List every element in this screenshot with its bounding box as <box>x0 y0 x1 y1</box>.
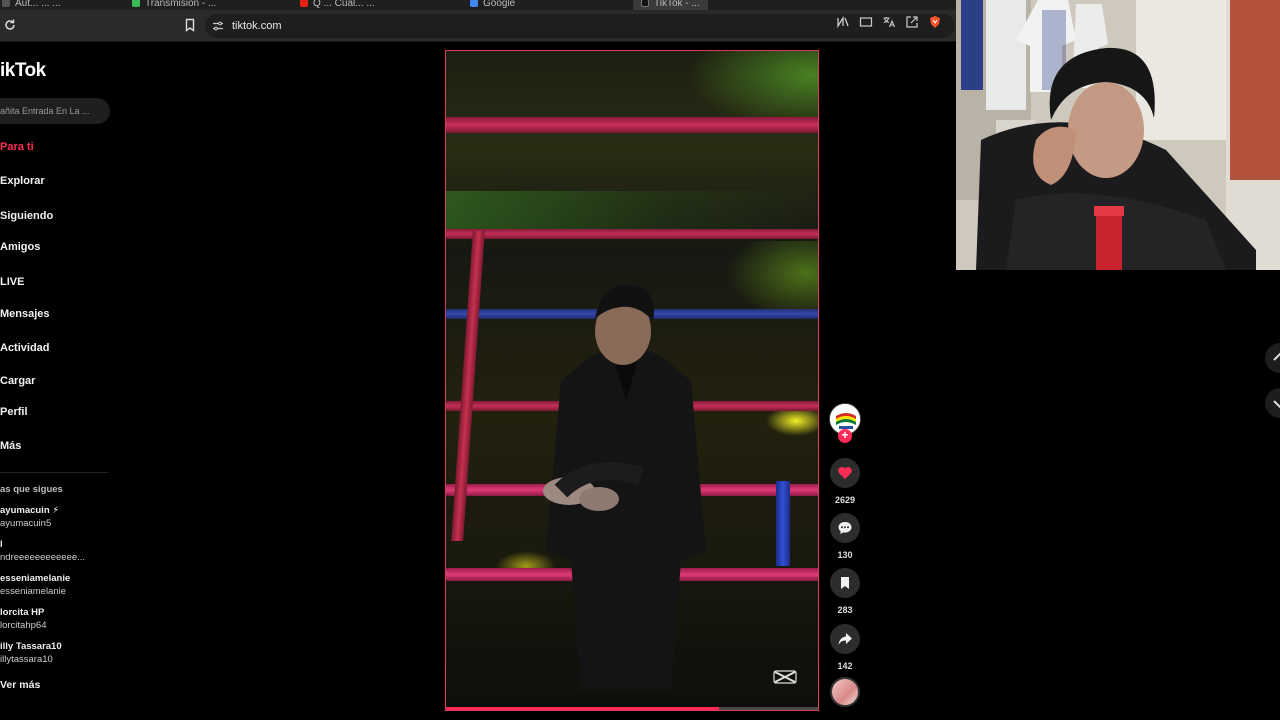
account-name: illy Tassara10 <box>0 641 62 652</box>
account-handle: ndreeeeeeeeeeee... <box>0 552 86 563</box>
browser-tab[interactable]: Transmisión - ... <box>132 0 216 10</box>
site-settings-icon[interactable] <box>212 20 224 32</box>
account-name: lorcita HP <box>0 607 45 618</box>
nav-friends[interactable]: Amigos <box>0 241 40 253</box>
share-count: 142 <box>837 661 853 671</box>
music-disc-avatar[interactable] <box>830 677 860 707</box>
followed-account[interactable]: lorcita HP lorcitahp64 <box>0 606 46 632</box>
account-handle: esseniamelanie <box>0 586 67 597</box>
brave-shield-icon[interactable] <box>928 15 942 29</box>
account-name: l <box>0 539 3 550</box>
nav-more[interactable]: Más <box>0 440 21 452</box>
like-button[interactable] <box>830 458 860 488</box>
tab-label: TikTok - ... <box>654 0 700 9</box>
comment-button[interactable] <box>830 513 860 543</box>
share-page-icon[interactable] <box>905 15 919 29</box>
browser-tab-strip: Aut... ... ... Transmisión - ... Q ... C… <box>0 0 956 10</box>
tab-favicon-icon <box>2 0 10 7</box>
browser-tab[interactable]: Aut... ... ... <box>2 0 61 10</box>
tab-label: Aut... ... ... <box>15 0 61 9</box>
followed-account[interactable]: esseniamelanie esseniamelanie <box>0 572 70 598</box>
video-player[interactable] <box>445 50 819 711</box>
cast-icon[interactable] <box>859 15 873 29</box>
nav-upload[interactable]: Cargar <box>0 375 35 387</box>
video-progress-bar[interactable] <box>446 707 818 710</box>
search-input[interactable]: añita Entrada En La ... <box>0 98 110 124</box>
tab-favicon-icon <box>132 0 140 7</box>
next-video-button[interactable] <box>1265 388 1280 418</box>
share-button[interactable] <box>830 624 860 654</box>
tab-label: Transmisión - ... <box>145 0 217 9</box>
comment-icon <box>838 522 852 534</box>
ring-rope <box>446 229 818 239</box>
toolbar-icons <box>836 15 942 29</box>
see-more-link[interactable]: Ver más <box>0 679 40 691</box>
nav-for-you[interactable]: Para ti <box>0 141 34 153</box>
account-name: ayumacuin ⚡ <box>0 505 59 516</box>
account-name: esseniamelanie <box>0 573 71 584</box>
tab-favicon-icon <box>470 0 478 7</box>
ring-rope <box>446 117 818 133</box>
like-count: 2629 <box>834 495 856 505</box>
performer-figure <box>543 284 706 691</box>
following-accounts-title: as que sigues <box>0 484 63 495</box>
sidebar-divider <box>0 472 108 473</box>
nav-messages[interactable]: Mensajes <box>0 308 50 320</box>
account-handle: lorcitahp64 <box>0 620 47 631</box>
translate-icon[interactable] <box>882 15 896 29</box>
comment-count: 130 <box>837 550 853 560</box>
reload-icon[interactable] <box>3 18 17 32</box>
tiktok-favicon-icon <box>641 0 649 7</box>
previous-video-button[interactable] <box>1265 343 1280 373</box>
capcut-watermark-icon <box>773 670 797 684</box>
nav-explore[interactable]: Explorar <box>0 175 45 187</box>
followed-account[interactable]: l ndreeeeeeeeeeee... <box>0 538 85 564</box>
chevron-down-icon <box>1273 400 1280 409</box>
nav-live[interactable]: LIVE <box>0 276 24 288</box>
tab-label: Google <box>483 0 516 9</box>
browser-toolbar: tiktok.com <box>0 10 956 42</box>
webcam-overlay <box>956 0 1280 270</box>
follow-plus-button[interactable]: + <box>838 429 852 443</box>
browser-tab[interactable]: Google <box>470 0 515 10</box>
account-handle: ayumacuin5 <box>0 518 52 529</box>
account-handle: illytassara10 <box>0 654 53 665</box>
browser-tab[interactable]: Q ... Cual... ... <box>300 0 375 10</box>
ring-post <box>776 481 790 566</box>
chevron-up-icon <box>1273 352 1280 361</box>
url-text: tiktok.com <box>232 20 282 32</box>
followed-account[interactable]: illy Tassara10 illytassara10 <box>0 640 62 666</box>
reader-mode-icon[interactable] <box>836 15 850 29</box>
video-progress-fill <box>446 707 720 710</box>
streamer-webcam-feed <box>956 0 1280 270</box>
save-button[interactable] <box>830 568 860 598</box>
heart-icon <box>838 467 852 479</box>
nav-following[interactable]: Siguiendo <box>0 210 53 222</box>
bookmark-save-icon <box>841 577 849 589</box>
tab-label: Q ... Cual... ... <box>313 0 375 9</box>
stage-light <box>446 191 818 231</box>
nav-profile[interactable]: Perfil <box>0 406 28 418</box>
nav-activity[interactable]: Actividad <box>0 342 50 354</box>
tiktok-logo[interactable]: ikTok <box>0 60 46 82</box>
tab-favicon-icon <box>300 0 308 7</box>
save-count: 283 <box>837 605 853 615</box>
share-arrow-icon <box>838 633 852 645</box>
bookmark-icon[interactable] <box>183 18 197 32</box>
followed-account[interactable]: ayumacuin ⚡ ayumacuin5 <box>0 504 59 530</box>
browser-tab-active[interactable]: TikTok - ... <box>633 0 708 10</box>
